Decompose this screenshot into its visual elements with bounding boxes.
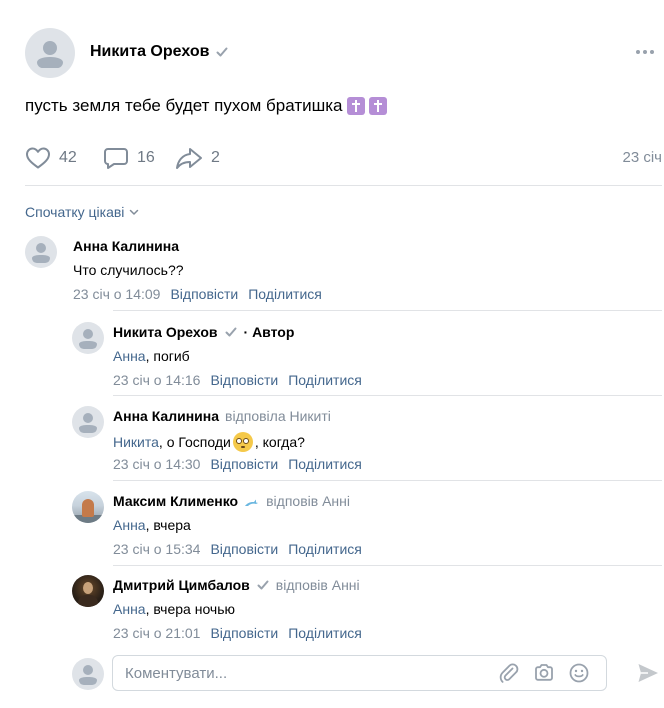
divider	[113, 395, 662, 396]
mention-link[interactable]: Анна	[113, 517, 146, 533]
comment-header: Дмитрий Цимбалов відповів Анні	[113, 577, 360, 593]
divider	[25, 185, 662, 186]
mention-link[interactable]: Никита	[113, 434, 159, 450]
checkmark-icon	[224, 325, 238, 339]
mention-link[interactable]: Анна	[113, 348, 146, 364]
post-author-avatar[interactable]	[25, 28, 75, 78]
comment-time[interactable]: 23 січ о 14:09	[73, 286, 160, 302]
comment-count: 16	[137, 149, 155, 166]
comment-header: Анна Калинина	[73, 238, 179, 254]
checkmark-icon	[215, 45, 229, 59]
share-comment-button[interactable]: Поділитися	[288, 625, 362, 641]
post-header: Никита Орехов	[0, 0, 664, 100]
comment-footer: 23 січ о 21:01 Відповісти Поділитися	[113, 625, 362, 641]
comment-text: Анна , вчера ночью	[113, 601, 235, 617]
comment: Анна Калинина відповіла Никиті Никита , …	[72, 406, 662, 476]
heart-icon	[26, 147, 50, 169]
comment-time[interactable]: 23 січ о 21:01	[113, 625, 200, 641]
share-comment-button[interactable]: Поділитися	[288, 456, 362, 472]
post-author-name[interactable]: Никита Орехов	[90, 43, 209, 61]
share-comment-button[interactable]: Поділитися	[288, 541, 362, 557]
avatar[interactable]	[72, 322, 104, 354]
reply-to-label[interactable]: відповіла Никиті	[225, 408, 331, 424]
chevron-down-icon	[130, 209, 139, 215]
sort-comments-button[interactable]: Спочатку цікаві	[25, 204, 140, 220]
camera-icon[interactable]	[533, 662, 555, 684]
comment-author-name[interactable]: Анна Калинина	[113, 408, 219, 424]
comment-text-content: , погиб	[145, 348, 190, 364]
comment-text-content: , вчера	[145, 517, 191, 533]
post-text-content: пусть земля тебе будет пухом братишка	[25, 96, 343, 115]
avatar	[72, 658, 104, 690]
comment-text-content: , о Господи	[158, 434, 231, 450]
avatar[interactable]	[72, 491, 104, 523]
divider	[113, 310, 662, 311]
divider	[113, 565, 662, 566]
comment-text-content: , вчера ночью	[145, 601, 236, 617]
reply-to-label[interactable]: відповів Анні	[266, 493, 350, 509]
checkmark-icon	[256, 578, 270, 592]
post-actions: 42 16 2 23 січ	[25, 146, 662, 170]
comment: Анна Калинина Что случилось?? 23 січ о 1…	[25, 236, 662, 306]
share-button[interactable]: 2	[175, 146, 220, 170]
comment-header: Никита Орехов · Автор	[113, 324, 294, 340]
comment-text: Анна , вчера	[113, 517, 191, 533]
share-arrow-icon	[176, 148, 202, 169]
reply-button[interactable]: Відповісти	[210, 456, 278, 472]
comment-header: Анна Калинина відповіла Никиті	[113, 408, 331, 424]
comment-text: Никита , о Господи , когда?	[113, 432, 305, 452]
more-dots-icon[interactable]	[636, 44, 658, 60]
comment-text-content: , когда?	[254, 434, 305, 450]
post-text: пусть земля тебе будет пухом братишка	[25, 96, 387, 116]
comment-footer: 23 січ о 15:34 Відповісти Поділитися	[113, 541, 362, 557]
reply-button[interactable]: Відповісти	[210, 541, 278, 557]
comment-button[interactable]: 16	[103, 146, 155, 170]
comment: Никита Орехов · Автор Анна , погиб 23 сі…	[72, 322, 662, 392]
comment-header: Максим Клименко відповів Анні	[113, 493, 350, 509]
like-count: 42	[59, 149, 77, 166]
share-comment-button[interactable]: Поділитися	[248, 286, 322, 302]
comment-time[interactable]: 23 січ о 14:30	[113, 456, 200, 472]
avatar[interactable]	[25, 236, 57, 268]
reply-button[interactable]: Відповісти	[210, 372, 278, 388]
reply-button[interactable]: Відповісти	[210, 625, 278, 641]
paperclip-icon[interactable]	[498, 662, 520, 684]
mention-link[interactable]: Анна	[113, 601, 146, 617]
comment-time[interactable]: 23 січ о 14:16	[113, 372, 200, 388]
comment-author-name[interactable]: Анна Калинина	[73, 238, 179, 254]
comment-footer: 23 січ о 14:16 Відповісти Поділитися	[113, 372, 362, 388]
comment-footer: 23 січ о 14:09 Відповісти Поділитися	[73, 286, 322, 302]
comment-author-name[interactable]: Дмитрий Цимбалов	[113, 577, 250, 593]
share-count: 2	[211, 149, 220, 166]
comment-author-name[interactable]: Максим Клименко	[113, 493, 238, 509]
reply-to-label[interactable]: відповів Анні	[276, 577, 360, 593]
dolphin-badge-icon	[244, 496, 260, 506]
avatar[interactable]	[72, 575, 104, 607]
send-icon[interactable]	[636, 661, 660, 685]
comment-footer: 23 січ о 14:30 Відповісти Поділитися	[113, 456, 362, 472]
post-date[interactable]: 23 січ	[623, 149, 663, 166]
comment-time[interactable]: 23 січ о 15:34	[113, 541, 200, 557]
comment: Максим Клименко відповів Анні Анна , вче…	[72, 491, 662, 561]
comment-text: Что случилось??	[73, 262, 184, 278]
cross-emoji-icon	[346, 97, 365, 115]
comment-bubble-icon	[104, 148, 128, 169]
reply-button[interactable]: Відповісти	[170, 286, 238, 302]
comment-author-name[interactable]: Никита Орехов	[113, 324, 218, 340]
cross-emoji-icon	[368, 97, 387, 115]
divider	[113, 480, 662, 481]
avatar[interactable]	[72, 406, 104, 438]
smiley-icon[interactable]	[568, 662, 590, 684]
post-author: Никита Орехов	[90, 43, 229, 61]
sort-label: Спочатку цікаві	[25, 204, 125, 220]
comment-text: Анна , погиб	[113, 348, 190, 364]
like-button[interactable]: 42	[25, 146, 77, 170]
flushed-face-emoji-icon	[232, 432, 253, 452]
comment: Дмитрий Цимбалов відповів Анні Анна , вч…	[72, 575, 662, 645]
share-comment-button[interactable]: Поділитися	[288, 372, 362, 388]
author-tag: · Автор	[243, 324, 295, 340]
comment-composer	[72, 655, 662, 695]
